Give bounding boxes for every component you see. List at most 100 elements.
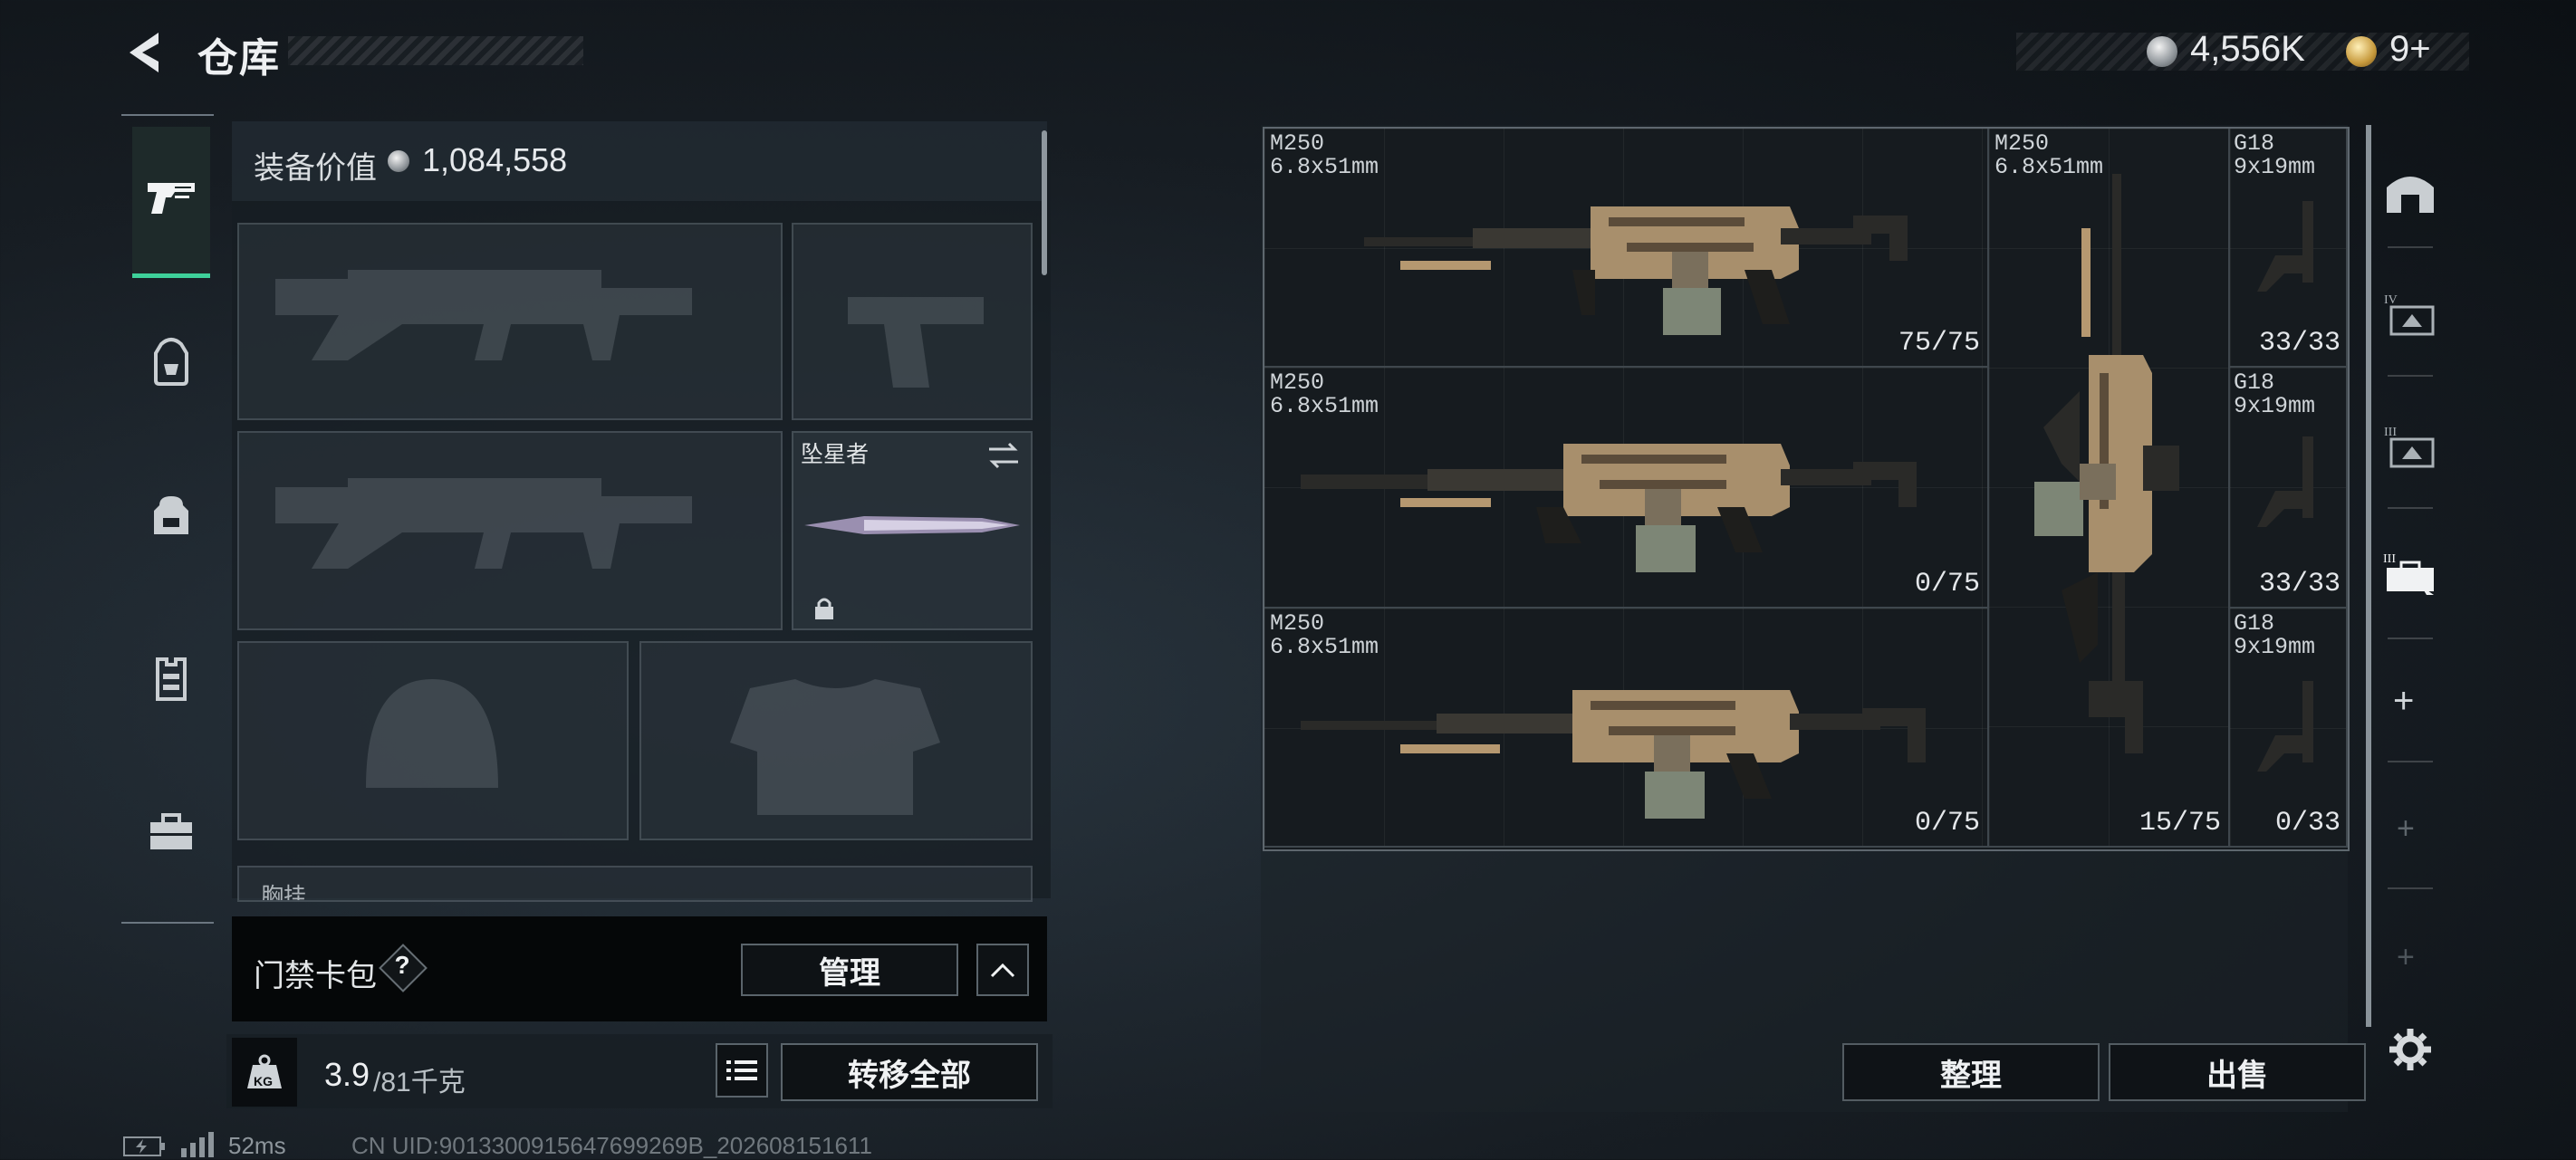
title-decoration xyxy=(288,36,583,65)
svg-text:IV: IV xyxy=(2384,293,2398,307)
help-icon-glyph: ? xyxy=(394,951,410,979)
case-iii-icon[interactable]: III xyxy=(2379,542,2442,605)
helmet-silhouette-icon xyxy=(366,679,498,788)
melee-weapon-name: 坠星者 xyxy=(801,442,870,467)
silver-currency-amount: 4,556K xyxy=(2190,29,2305,69)
rail-divider xyxy=(2388,507,2433,509)
battery-icon xyxy=(123,1136,165,1156)
item-name: M250 xyxy=(1270,610,1325,637)
primary-weapon-slot-2[interactable] xyxy=(237,431,783,630)
item-caliber: 9x19mm xyxy=(2234,393,2316,419)
item-name: G18 xyxy=(2234,130,2275,157)
chest-rig-label: 胸挂 xyxy=(261,884,307,902)
armor-slot[interactable] xyxy=(639,641,1033,840)
silver-coin-icon xyxy=(388,150,409,172)
item-ammo-count: 0/75 xyxy=(1914,808,1980,839)
swap-icon[interactable] xyxy=(985,440,1022,471)
rifle-silhouette-icon xyxy=(275,270,692,360)
add-container-button[interactable]: + xyxy=(2397,940,2415,975)
item-caliber: 6.8x51mm xyxy=(1270,154,1379,180)
svg-text:III: III xyxy=(2384,426,2397,439)
rifle-silhouette-icon xyxy=(275,478,692,569)
item-name: G18 xyxy=(2234,369,2275,396)
add-container-button[interactable]: + xyxy=(2393,681,2414,722)
manage-button[interactable]: 管理 xyxy=(741,944,958,996)
pistol-icon[interactable] xyxy=(132,159,210,237)
inventory-item-m250[interactable]: M250 6.8x51mm 0/75 xyxy=(1264,609,1989,848)
inventory-item-m250[interactable]: M250 6.8x51mm 75/75 xyxy=(1264,129,1989,368)
g18-pistol-icon xyxy=(2257,681,2313,772)
vest-icon[interactable] xyxy=(132,639,210,717)
knife-icon xyxy=(804,516,1020,534)
right-rail-scrollbar[interactable] xyxy=(2366,125,2371,1027)
rail-divider xyxy=(2388,887,2433,889)
vault-icon[interactable] xyxy=(2379,159,2442,223)
container-iv-icon[interactable]: IV xyxy=(2379,283,2442,346)
inventory-item-m250[interactable]: M250 6.8x51mm 0/75 xyxy=(1264,368,1989,609)
list-view-button[interactable] xyxy=(716,1043,768,1098)
weight-max: /81千克 xyxy=(373,1068,466,1098)
m250-machine-gun-icon xyxy=(1301,444,1917,572)
collapse-button[interactable] xyxy=(976,944,1029,996)
weight-icon-label: KG xyxy=(254,1074,273,1088)
pouch-icon[interactable] xyxy=(132,476,210,554)
page-title: 仓库 xyxy=(197,36,281,81)
rail-divider xyxy=(2388,246,2433,248)
item-name: M250 xyxy=(1270,369,1325,396)
chest-rig-slot[interactable]: 胸挂 xyxy=(237,866,1033,902)
item-ammo-count: 33/33 xyxy=(2258,328,2341,359)
settings-gear-icon[interactable] xyxy=(2388,1027,2433,1072)
rail-divider xyxy=(2388,638,2433,639)
add-container-button[interactable]: + xyxy=(2397,811,2415,847)
item-name: M250 xyxy=(1994,130,2050,157)
sell-button[interactable]: 出售 xyxy=(2109,1043,2366,1101)
top-bar: 仓库 4,556K 9+ xyxy=(0,0,2576,109)
list-icon xyxy=(726,1060,757,1080)
weight-current: 3.9 xyxy=(324,1056,370,1093)
item-ammo-count: 33/33 xyxy=(2258,569,2341,599)
item-caliber: 9x19mm xyxy=(2234,154,2316,180)
inventory-item-g18[interactable]: G18 9x19mm 33/33 xyxy=(2230,368,2348,609)
inventory-item-g18[interactable]: G18 9x19mm 0/33 xyxy=(2230,609,2348,848)
chevron-up-icon xyxy=(990,963,1015,978)
inventory-item-m250-vertical[interactable]: M250 6.8x51mm 15/75 xyxy=(1989,129,2230,848)
g18-pistol-icon xyxy=(2257,201,2313,292)
equipment-scrollbar[interactable] xyxy=(1042,130,1047,275)
sort-button[interactable]: 整理 xyxy=(1842,1043,2100,1101)
equipment-value-label: 装备价值 xyxy=(254,151,377,186)
armor-silhouette-icon xyxy=(730,679,940,815)
item-ammo-count: 0/33 xyxy=(2274,808,2341,839)
transfer-all-button[interactable]: 转移全部 xyxy=(781,1043,1038,1101)
equipment-value-amount: 1,084,558 xyxy=(422,141,568,178)
backpack-icon[interactable] xyxy=(132,322,210,400)
uid-text: CN UID:9013300915647699269B_202608151611 xyxy=(351,1132,872,1159)
signal-icon xyxy=(181,1132,214,1157)
primary-weapon-slot-1[interactable] xyxy=(237,223,783,420)
toolbox-icon[interactable] xyxy=(132,793,210,871)
inventory-item-g18[interactable]: G18 9x19mm 33/33 xyxy=(2230,129,2348,368)
silver-coin-icon xyxy=(2147,36,2177,67)
back-arrow-icon[interactable] xyxy=(122,29,168,76)
weight-icon: KG xyxy=(232,1038,297,1107)
item-ammo-count: 0/75 xyxy=(1914,569,1980,599)
g18-pistol-icon xyxy=(2257,436,2313,527)
rail-divider xyxy=(2388,375,2433,377)
item-ammo-count: 15/75 xyxy=(2139,808,2221,839)
sidearm-slot[interactable] xyxy=(792,223,1033,420)
ping-text: 52ms xyxy=(228,1132,286,1159)
m250-machine-gun-icon xyxy=(1301,690,1926,819)
item-name: G18 xyxy=(2234,610,2275,637)
item-ammo-count: 75/75 xyxy=(1898,328,1980,359)
melee-weapon-slot[interactable]: 坠星者 xyxy=(792,431,1033,630)
container-iii-icon[interactable]: III xyxy=(2379,415,2442,478)
gold-coin-icon xyxy=(2346,36,2377,67)
lock-icon xyxy=(815,598,833,619)
helmet-slot[interactable] xyxy=(237,641,629,840)
item-caliber: 9x19mm xyxy=(2234,634,2316,660)
gold-currency-amount[interactable]: 9+ xyxy=(2389,29,2431,70)
svg-text:III: III xyxy=(2383,552,2396,566)
m250-machine-gun-vertical-icon xyxy=(2034,174,2179,753)
rail-divider xyxy=(2388,761,2433,762)
item-name: M250 xyxy=(1270,130,1325,157)
pistol-silhouette-icon xyxy=(848,297,984,388)
